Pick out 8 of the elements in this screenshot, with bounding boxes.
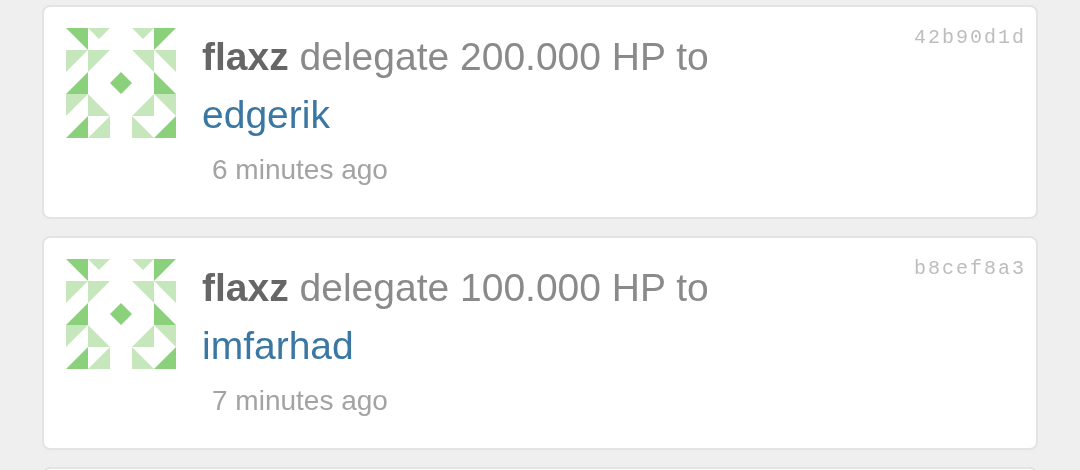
timestamp: 6 minutes ago: [212, 153, 388, 188]
timestamp: 7 minutes ago: [212, 384, 388, 419]
activity-text: flaxz delegate 200.000 HP to edgerik: [202, 28, 709, 144]
user-link[interactable]: imfarhad: [202, 316, 354, 375]
transaction-id: 42b90d1d: [914, 25, 1026, 51]
activity-text: flaxz delegate 100.000 HP to imfarhad: [202, 259, 709, 375]
user-link[interactable]: edgerik: [202, 85, 330, 144]
transaction-id: b8cef8a3: [914, 256, 1026, 282]
